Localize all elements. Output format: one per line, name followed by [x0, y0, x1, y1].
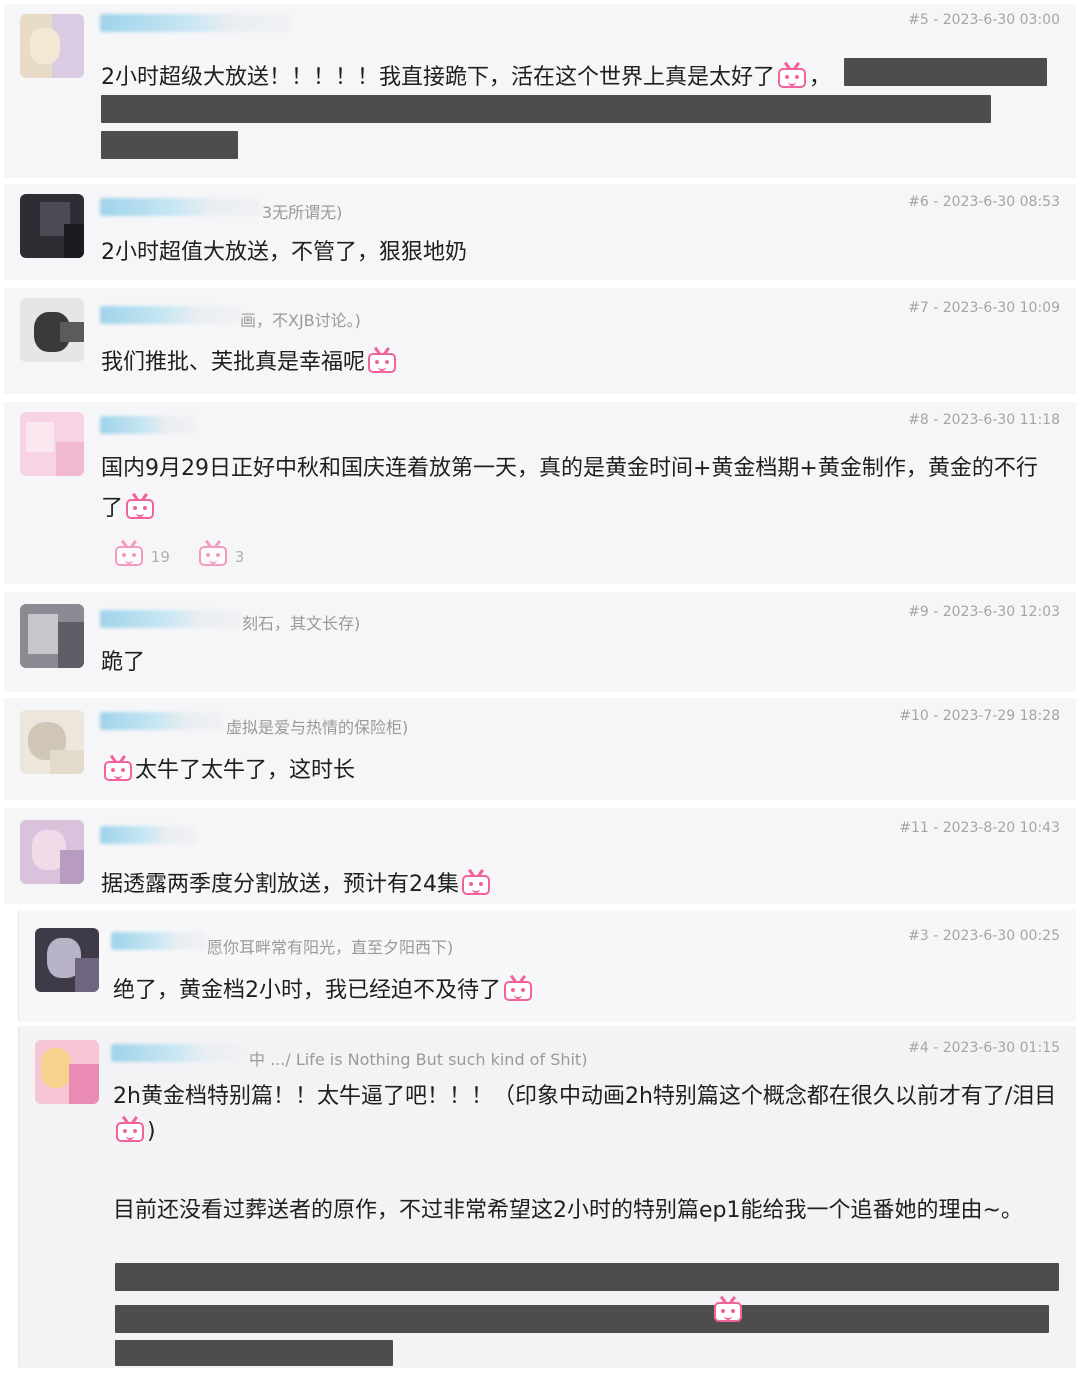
comment-text: 国内9月29日正好中秋和国庆连着放第一天，真的是黄金时间+黄金档期+黄金制作，黄… — [101, 450, 1038, 482]
post-floor-timestamp: #6 - 2023-6-30 08:53 — [908, 194, 1060, 210]
comment-text: 我们推批、芙批真是幸福呢 — [101, 344, 399, 376]
comment-text-body: 目前还没看过葬送者的原作，不过非常希望这2小时的特别篇ep1能给我一个追番她的理… — [113, 1198, 1023, 1223]
bilibili-tv-emoticon-icon — [113, 540, 145, 566]
username-blurred[interactable] — [100, 416, 196, 434]
username-blurred[interactable] — [100, 826, 196, 844]
redaction-bar — [115, 1340, 393, 1366]
comment-text-line2: ) — [113, 1116, 156, 1144]
post-floor-timestamp: #4 - 2023-6-30 01:15 — [908, 1040, 1060, 1056]
comment-text-body: ) — [147, 1119, 156, 1144]
reaction-button[interactable]: 19 — [112, 540, 170, 566]
avatar[interactable] — [35, 1040, 99, 1104]
comment-post: #8 - 2023-6-30 11:18 国内9月29日正好中秋和国庆连着放第一… — [4, 402, 1076, 584]
comment-text-body: 绝了，黄金档2小时，我已经迫不及待了 — [113, 978, 501, 1003]
comment-text-body: 国内9月29日正好中秋和国庆连着放第一天，真的是黄金时间+黄金档期+黄金制作，黄… — [101, 456, 1038, 481]
avatar[interactable] — [20, 298, 84, 362]
bilibili-tv-emoticon-icon — [460, 869, 492, 895]
user-signature: 3无所谓无) — [262, 203, 343, 222]
comment-post: #11 - 2023-8-20 10:43 据透露两季度分割放送，预计有24集 — [4, 808, 1076, 904]
redaction-bar — [115, 1305, 1049, 1333]
bilibili-tv-emoticon-icon — [124, 493, 156, 519]
avatar[interactable] — [20, 194, 84, 258]
user-signature: 中 .../ Life is Nothing But such kind of … — [249, 1050, 588, 1069]
comment-text-body: 跪了 — [101, 650, 146, 675]
comment-text: 2h黄金档特别篇！！太牛逼了吧！！！（印象中动画2h特别篇这个概念都在很久以前才… — [113, 1078, 1056, 1110]
comment-text-body: 2小时超级大放送！！！！！我直接跪下，活在这个世界上真是太好了 — [101, 65, 775, 90]
username-blurred[interactable] — [100, 610, 242, 628]
bilibili-tv-emoticon-icon — [776, 62, 808, 88]
avatar[interactable] — [20, 820, 84, 884]
avatar[interactable] — [20, 604, 84, 668]
comment-text: 绝了，黄金档2小时，我已经迫不及待了 — [113, 972, 535, 1004]
comment-text-body: 2小时超值大放送，不管了，狠狠地奶 — [101, 240, 467, 265]
redaction-bar — [101, 95, 991, 123]
bilibili-tv-emoticon-icon — [114, 1116, 146, 1142]
post-floor-timestamp: #11 - 2023-8-20 10:43 — [899, 820, 1060, 836]
comment-text: 跪了 — [101, 644, 145, 676]
comment-text: 据透露两季度分割放送，预计有24集 — [101, 866, 493, 898]
reaction-count: 19 — [150, 548, 170, 566]
avatar[interactable] — [35, 928, 99, 992]
reaction-count: 3 — [234, 548, 245, 566]
post-floor-timestamp: #5 - 2023-6-30 03:00 — [908, 12, 1060, 28]
bilibili-tv-emoticon-icon — [712, 1296, 744, 1322]
post-floor-timestamp: #7 - 2023-6-30 10:09 — [908, 300, 1060, 316]
comment-post: 虚拟是爱与热情的保险柜) #10 - 2023-7-29 18:28 太牛了太牛… — [4, 698, 1076, 800]
comment-text-body: 据透露两季度分割放送，预计有24集 — [101, 872, 459, 897]
comment-text-tail: ， — [809, 65, 832, 90]
redaction-bar — [115, 1263, 1059, 1291]
comment-text-body: 太牛了太牛了，这时长 — [135, 758, 356, 783]
user-signature: 画，不XJB讨论。) — [240, 311, 361, 330]
reply-post: 愿你耳畔常有阳光，直至夕阳西下) #3 - 2023-6-30 00:25 绝了… — [18, 910, 1076, 1022]
comment-text-body: 我们推批、芙批真是幸福呢 — [101, 350, 366, 375]
redaction-bar — [101, 131, 238, 159]
username-blurred[interactable] — [100, 712, 224, 730]
comment-post: 画，不XJB讨论。) #7 - 2023-6-30 10:09 我们推批、芙批真… — [4, 288, 1076, 394]
bilibili-tv-emoticon-icon — [197, 540, 229, 566]
username-blurred[interactable] — [100, 306, 240, 324]
username-blurred[interactable] — [100, 14, 290, 32]
post-floor-timestamp: #9 - 2023-6-30 12:03 — [908, 604, 1060, 620]
username-blurred[interactable] — [111, 932, 207, 950]
avatar[interactable] — [20, 412, 84, 476]
username-blurred[interactable] — [100, 198, 260, 216]
post-floor-timestamp: #3 - 2023-6-30 00:25 — [908, 928, 1060, 944]
user-signature: 刻石，其文长存) — [242, 614, 361, 633]
comment-post: 刻石，其文长存) #9 - 2023-6-30 12:03 跪了 — [4, 592, 1076, 692]
reaction-button[interactable]: 3 — [196, 540, 244, 566]
comment-text-line3: 目前还没看过葬送者的原作，不过非常希望这2小时的特别篇ep1能给我一个追番她的理… — [113, 1192, 1023, 1224]
avatar[interactable] — [20, 14, 84, 78]
comment-text: 2小时超级大放送！！！！！我直接跪下，活在这个世界上真是太好了 ， — [101, 59, 831, 91]
post-floor-timestamp: #10 - 2023-7-29 18:28 — [899, 708, 1060, 724]
bilibili-tv-emoticon-icon — [102, 755, 134, 781]
comment-text: 2小时超值大放送，不管了，狠狠地奶 — [101, 234, 467, 266]
comment-post: 3无所谓无) #6 - 2023-6-30 08:53 2小时超值大放送，不管了… — [4, 184, 1076, 280]
bilibili-tv-emoticon-icon — [366, 347, 398, 373]
redaction-bar — [844, 58, 1047, 86]
avatar[interactable] — [20, 710, 84, 774]
user-signature: 虚拟是爱与热情的保险柜) — [226, 718, 409, 737]
comment-post: #5 - 2023-6-30 03:00 2小时超级大放送！！！！！我直接跪下，… — [4, 4, 1076, 178]
reply-post: 中 .../ Life is Nothing But such kind of … — [18, 1026, 1076, 1368]
comment-text-body: 了 — [101, 496, 124, 521]
user-signature: 愿你耳畔常有阳光，直至夕阳西下) — [207, 938, 454, 957]
bilibili-tv-emoticon-icon — [502, 975, 534, 1001]
comment-text-line2: 了 — [101, 490, 157, 522]
username-blurred[interactable] — [111, 1044, 247, 1062]
comment-text-body: 2h黄金档特别篇！！太牛逼了吧！！！（印象中动画2h特别篇这个概念都在很久以前才… — [113, 1084, 1057, 1109]
post-floor-timestamp: #8 - 2023-6-30 11:18 — [908, 412, 1060, 428]
comment-text: 太牛了太牛了，这时长 — [101, 752, 355, 784]
